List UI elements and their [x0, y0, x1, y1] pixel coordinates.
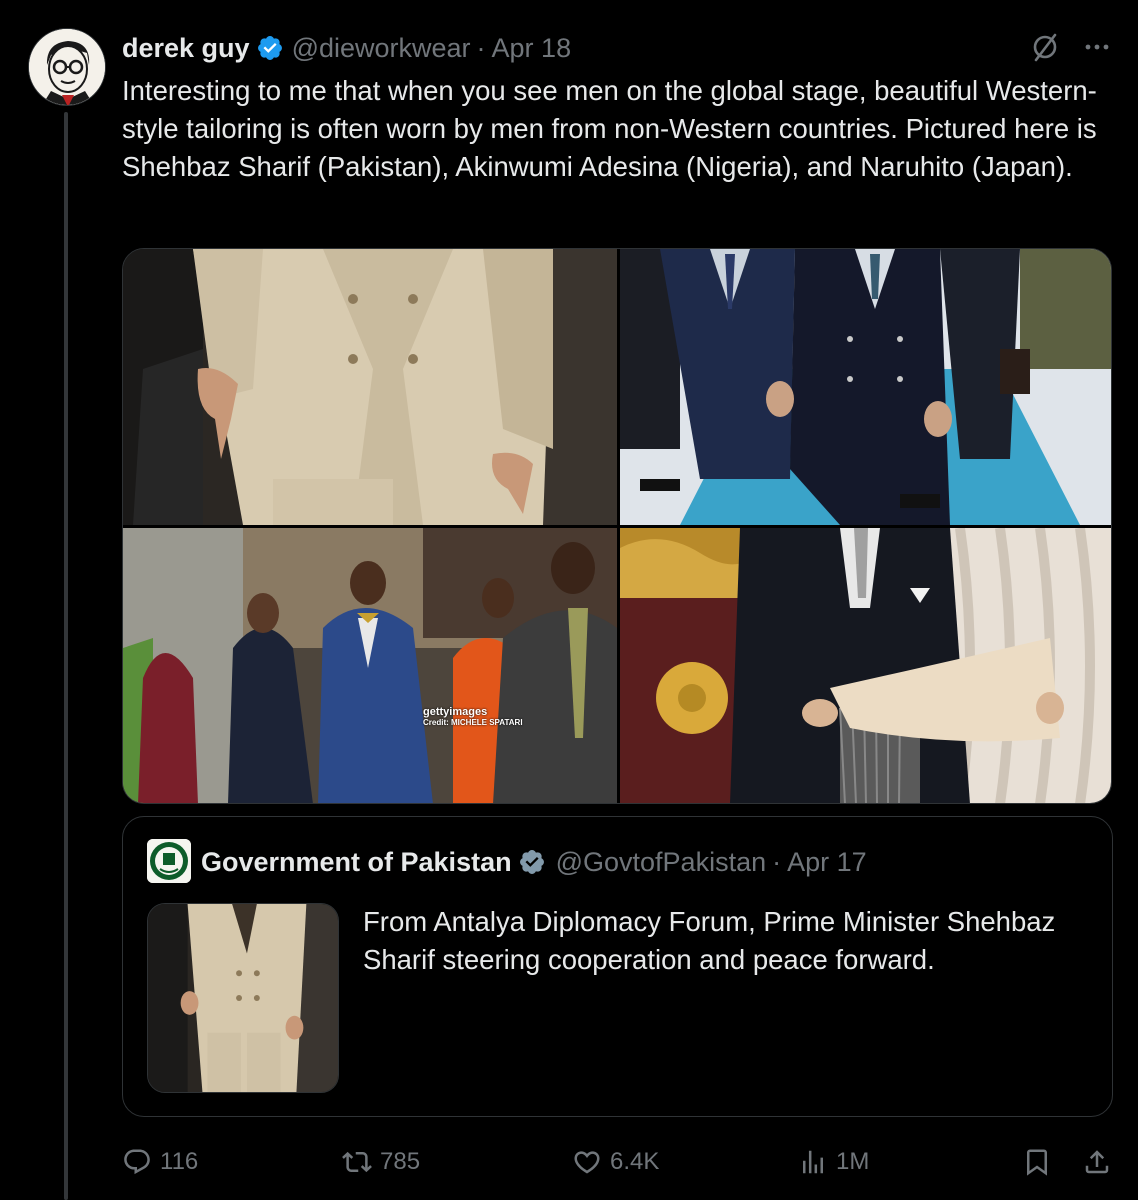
photo-morning-coat[interactable] — [620, 528, 1111, 803]
thread-line — [64, 112, 68, 1200]
quoted-tweet[interactable]: Government of Pakistan @GovtofPakistan ·… — [122, 816, 1113, 1117]
bookmark-button[interactable] — [1022, 1140, 1060, 1184]
author-name[interactable]: derek guy — [122, 33, 250, 64]
like-button[interactable]: 6.4K — [572, 1140, 659, 1184]
tweet-date[interactable]: Apr 18 — [492, 33, 572, 64]
separator-dot: · — [476, 32, 486, 63]
like-count: 6.4K — [610, 1148, 660, 1175]
quoted-date[interactable]: Apr 17 — [787, 847, 867, 878]
getty-credit: Credit: MICHELE SPATARI — [423, 718, 523, 727]
action-bar: 116 785 6.4K 1M — [122, 1140, 1116, 1184]
grok-icon[interactable] — [1028, 30, 1062, 64]
quoted-author-handle[interactable]: @GovtofPakistan — [556, 847, 767, 878]
like-icon — [574, 1151, 600, 1174]
media-grid: gettyimages Credit: MICHELE SPATARI — [122, 248, 1112, 804]
reply-button[interactable]: 116 — [122, 1140, 198, 1184]
quoted-text: From Antalya Diplomacy Forum, Prime Mini… — [363, 906, 1056, 975]
getty-watermark: gettyimages Credit: MICHELE SPATARI — [423, 706, 523, 727]
views-button[interactable]: 1M — [798, 1140, 869, 1184]
repost-count: 785 — [380, 1148, 421, 1175]
verified-icon — [518, 848, 546, 876]
bookmark-icon — [1027, 1149, 1047, 1176]
views-count: 1M — [836, 1148, 870, 1175]
tweet-text: Interesting to me that when you see men … — [122, 75, 1097, 182]
share-icon — [1085, 1150, 1109, 1174]
views-icon — [803, 1150, 823, 1174]
quoted-author-name[interactable]: Government of Pakistan — [201, 847, 512, 878]
separator-dot: · — [772, 846, 782, 877]
avatar[interactable] — [28, 28, 106, 106]
getty-logo: gettyimages — [423, 706, 488, 718]
quoted-header: Government of Pakistan @GovtofPakistan ·… — [201, 845, 867, 879]
reply-icon — [124, 1149, 150, 1175]
author-handle[interactable]: @dieworkwear — [292, 33, 471, 64]
tweet-header: derek guy @dieworkwear · Apr 18 — [122, 30, 571, 66]
photo-dark-suits[interactable] — [620, 249, 1111, 525]
more-icon[interactable] — [1080, 30, 1114, 64]
share-button[interactable] — [1082, 1140, 1120, 1184]
repost-button[interactable]: 785 — [342, 1140, 420, 1184]
quoted-avatar[interactable] — [147, 839, 191, 883]
quoted-thumbnail[interactable] — [147, 903, 339, 1093]
photo-blue-suit[interactable]: gettyimages Credit: MICHELE SPATARI — [123, 528, 617, 803]
retweet-icon — [342, 1151, 372, 1173]
photo-beige-suit[interactable] — [123, 249, 617, 525]
verified-icon — [256, 34, 284, 62]
reply-count: 116 — [160, 1148, 199, 1175]
